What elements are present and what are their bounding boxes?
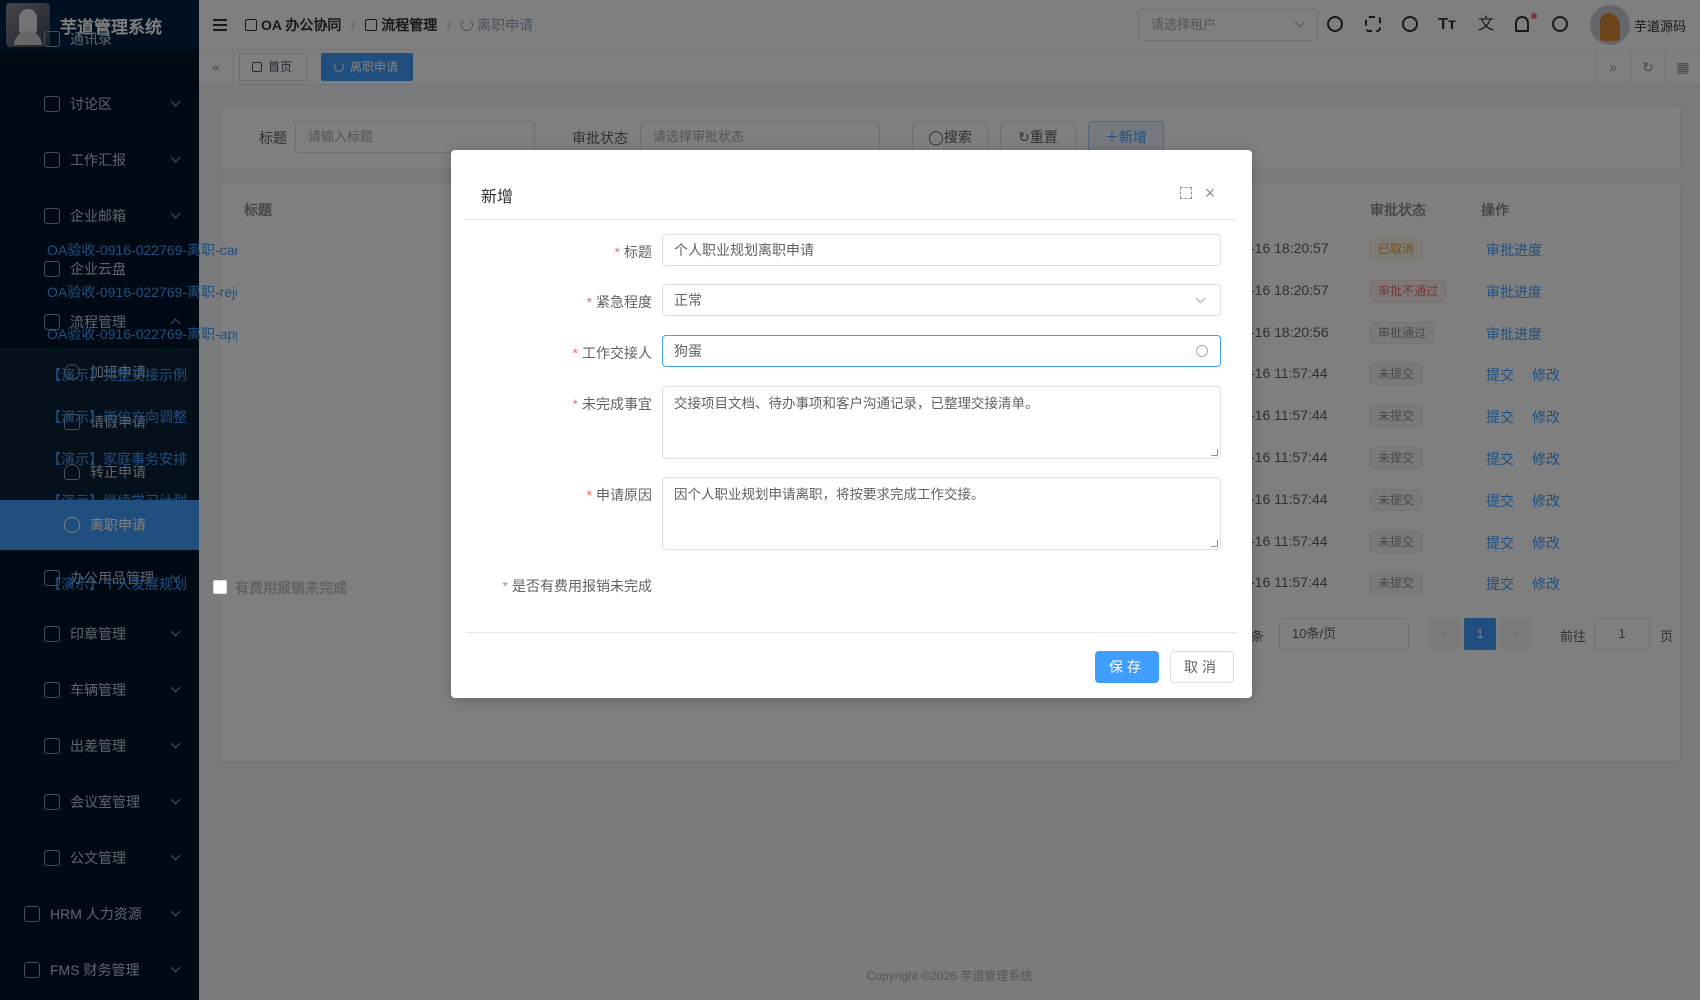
field-reason-textarea[interactable]: 因个人职业规划申请离职，将按要求完成工作交接。 <box>662 477 1221 550</box>
fullscreen-icon[interactable] <box>1180 187 1192 199</box>
resize-handle[interactable] <box>1211 449 1218 456</box>
close-icon[interactable]: × <box>1204 184 1216 202</box>
field-urgency-label: * 紧急程度 <box>586 294 652 310</box>
resize-handle[interactable] <box>1211 540 1218 547</box>
field-title-label: * 标题 <box>614 244 652 260</box>
dialog-title: 新增 <box>481 189 514 206</box>
cancel-button[interactable]: 取消 <box>1170 651 1234 683</box>
field-title-input[interactable]: 个人职业规划离职申请 <box>662 234 1221 266</box>
expense-checkbox[interactable] <box>213 580 227 594</box>
field-urgency-select[interactable]: 正常 <box>662 284 1221 316</box>
field-handover-input[interactable]: 狗蛋 <box>662 335 1221 367</box>
field-expense-label: * 是否有费用报销未完成 <box>502 578 652 594</box>
save-button[interactable]: 保存 <box>1095 651 1159 683</box>
field-reason-label: * 申请原因 <box>586 487 652 503</box>
field-unfinished-textarea[interactable]: 交接项目文档、待办事项和客户沟通记录，已整理交接清单。 <box>662 386 1221 459</box>
field-handover-label: * 工作交接人 <box>572 345 652 361</box>
chevron-down-icon <box>1195 293 1206 304</box>
expense-checkbox-label[interactable]: 有费用报销未完成 <box>235 578 347 598</box>
field-unfinished-label: * 未完成事宜 <box>572 396 652 412</box>
search-icon[interactable] <box>1196 345 1208 357</box>
add-dialog: 新增 × * 标题 个人职业规划离职申请 * 紧急程度 正常 * 工作交接人 狗蛋 *… <box>451 150 1252 698</box>
